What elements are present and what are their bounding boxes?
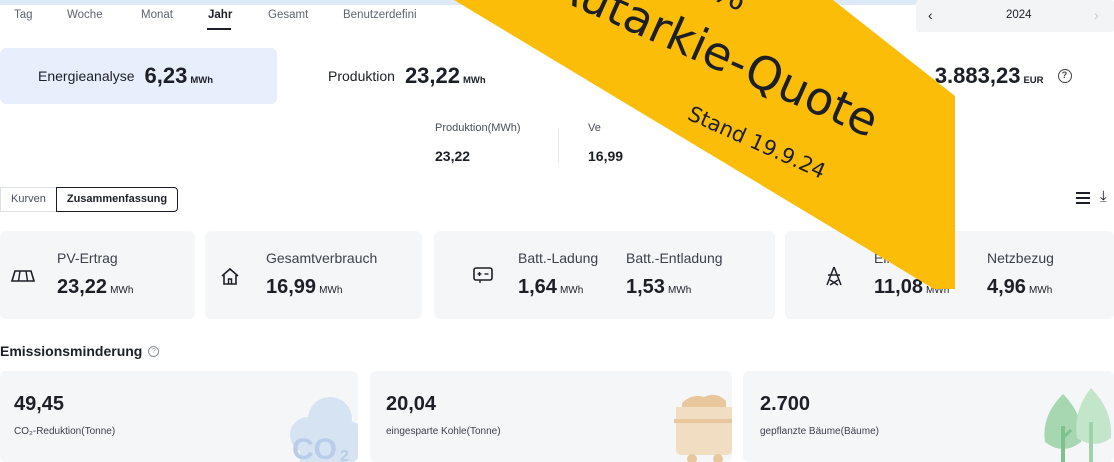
emission-label: gepflanzte Bäume(Bäume) — [760, 426, 879, 437]
stat-group-grid-draw: Netzbezug 4,96 MWh — [987, 250, 1054, 299]
emission-card-co2: 49,45 CO₂-Reduktion(Tonne) CO 2 — [0, 371, 358, 462]
stat-label: PV-Ertrag — [57, 250, 118, 266]
summary-label: Energieanalyse — [38, 68, 135, 84]
mini-stat-value: 23,22 — [435, 148, 471, 164]
banner-note: Stand 19.9.24 — [684, 101, 829, 183]
mini-stat-production: Produktion(MWh) 23,22 — [435, 122, 521, 164]
stat-group-discharge: Batt.-Entladung 1,53 MWh — [626, 250, 723, 299]
svg-text:2: 2 — [340, 448, 349, 462]
download-icon[interactable]: ⤓ — [1100, 188, 1107, 205]
stat-unit: MWh — [925, 285, 950, 296]
solar-panel-icon — [10, 270, 36, 282]
grid-tower-icon — [826, 266, 842, 286]
tab-custom[interactable]: Benutzerdefini — [343, 9, 417, 21]
stat-group-charge: Batt.-Ladung 1,64 MWh — [518, 250, 598, 299]
trees-icon — [1044, 388, 1112, 462]
battery-icon — [473, 267, 493, 283]
stat-value: 23,22 — [57, 276, 108, 298]
toggle-curves[interactable]: Kurven — [0, 187, 56, 212]
help-icon[interactable]: ? — [148, 345, 160, 357]
tab-week[interactable]: Woche — [67, 9, 103, 21]
mini-stat-label: Produktion(MWh) — [435, 122, 521, 134]
svg-text:CO: CO — [292, 433, 337, 462]
stat-value: 16,99 — [266, 276, 317, 298]
tab-year[interactable]: Jahr — [208, 9, 232, 21]
summary-value: 6,23 — [144, 63, 188, 88]
stat-unit: MWh — [110, 285, 134, 296]
stat-value: 1,64 — [518, 276, 557, 298]
stat-card-pv-yield: PV-Ertrag 23,22 MWh — [0, 231, 195, 319]
emission-value: 49,45 — [14, 393, 65, 415]
mini-stat-value: 16,99 — [588, 148, 624, 164]
emission-card-coal: 20,04 eingesparte Kohle(Tonne) — [370, 371, 732, 462]
emissions-title-text: Emissionsminderung — [0, 343, 143, 359]
summary-net-revenue[interactable]: Nettoerlös 3.883,23 EUR ? — [861, 48, 1111, 104]
stat-group-feed-in: Einspeisung 11,08 MWh — [874, 250, 950, 299]
summary-unit: EUR — [1023, 74, 1044, 86]
stat-unit: MWh — [319, 285, 343, 296]
emission-card-trees: 2.700 gepflanzte Bäume(Bäume) — [743, 371, 1114, 462]
emission-value: 2.700 — [760, 393, 811, 415]
home-icon — [221, 267, 239, 285]
help-icon[interactable]: ? — [1057, 69, 1072, 83]
stat-label: Batt.-Entladung — [626, 250, 723, 266]
list-menu-icon[interactable] — [1076, 192, 1090, 204]
stat-value: 4,96 — [987, 276, 1026, 298]
chevron-right-icon[interactable]: › — [1094, 7, 1099, 23]
stat-card-grid: Einspeisung 11,08 MWh Netzbezug 4,96 MWh — [785, 231, 1114, 319]
tab-day[interactable]: Tag — [14, 9, 33, 21]
stat-label: Batt.-Ladung — [518, 250, 599, 266]
mini-stat-consumption: Ve 16,99 — [588, 122, 623, 164]
stat-card-total-consumption: Gesamtverbrauch 16,99 MWh — [205, 231, 422, 319]
coal-cart-icon — [674, 394, 732, 462]
summary-label: Produktion — [328, 68, 395, 84]
year-selector[interactable]: ‹ 2024 › — [916, 0, 1114, 32]
summary-unit: MWh — [190, 74, 214, 86]
stat-label: Gesamtverbrauch — [266, 250, 378, 266]
tab-total[interactable]: Gesamt — [268, 9, 308, 21]
stat-unit: MWh — [667, 285, 692, 296]
stat-card-battery: Batt.-Ladung 1,64 MWh Batt.-Entladung 1,5… — [434, 231, 775, 319]
stat-group: Gesamtverbrauch 16,99 MWh — [266, 250, 377, 299]
co2-cloud-icon: CO 2 — [290, 397, 358, 462]
stat-label: Einspeisung — [874, 250, 951, 266]
emission-value: 20,04 — [386, 393, 437, 415]
emission-label: CO₂-Reduktion(Tonne) — [14, 426, 116, 437]
summary-label: Nettoerlös — [861, 68, 925, 84]
summary-value: 23,22 — [404, 63, 460, 88]
summary-value: 3.883,23 — [934, 63, 1021, 88]
toggle-summary[interactable]: Zusammenfassung — [55, 187, 179, 212]
emissions-title: Emissionsminderung ? — [0, 343, 160, 359]
divider — [558, 128, 559, 162]
active-tab-underline — [207, 28, 231, 30]
stat-value: 1,53 — [626, 276, 665, 298]
summary-unit: MWh — [463, 74, 486, 86]
summary-production[interactable]: Produktion 23,22 MWh — [328, 48, 528, 104]
emission-label: eingesparte Kohle(Tonne) — [386, 426, 501, 437]
stat-value: 11,08 — [874, 276, 923, 298]
view-toggle: Kurven Zusammenfassung — [0, 187, 179, 212]
stat-group: PV-Ertrag 23,22 MWh — [57, 250, 133, 299]
stat-unit: MWh — [559, 285, 584, 296]
mini-stat-label: Ve — [588, 122, 601, 134]
chevron-left-icon[interactable]: ‹ — [928, 7, 933, 23]
stat-unit: MWh — [1028, 285, 1053, 296]
tab-month[interactable]: Monat — [141, 9, 173, 21]
period-tabs: Tag Woche Monat Jahr Gesamt Benutzerdefi… — [0, 0, 560, 32]
stat-label: Netzbezug — [987, 250, 1054, 266]
year-value: 2024 — [1006, 9, 1032, 21]
summary-energy-analysis[interactable]: Energieanalyse 6,23 MWh — [0, 48, 277, 104]
